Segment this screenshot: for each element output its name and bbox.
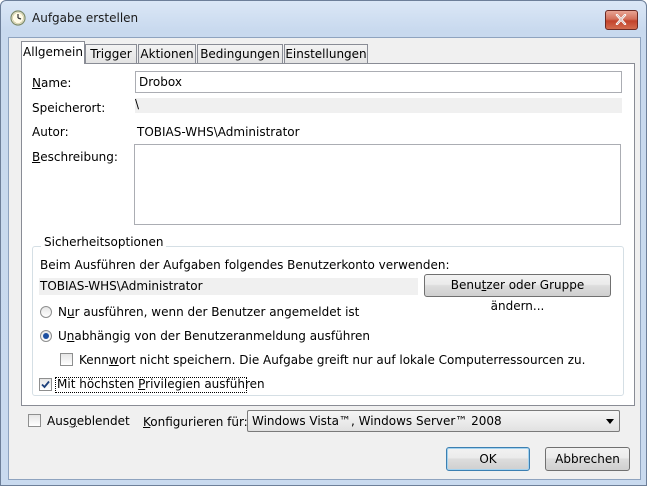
task-clock-icon: [10, 10, 26, 26]
close-button[interactable]: [605, 10, 638, 30]
chevron-down-icon: [606, 419, 614, 424]
run-independent-label: Unabhängig von der Benutzeranmeldung aus…: [58, 329, 371, 343]
ok-button[interactable]: OK: [446, 447, 530, 471]
author-value: TOBIAS-WHS\Administrator: [137, 125, 300, 139]
hidden-checkbox[interactable]: [28, 414, 41, 427]
name-input[interactable]: Drobox: [135, 71, 622, 93]
tab-aktionen[interactable]: Aktionen: [138, 44, 196, 63]
configure-label: Konfigurieren für:: [143, 415, 248, 429]
dialog-window: Aufgabe erstellen Allgemein Trigger Akti…: [0, 0, 647, 486]
tab-bedingungen[interactable]: Bedingungen: [197, 44, 283, 63]
location-value: \: [135, 97, 140, 111]
configure-dropdown[interactable]: Windows Vista™, Windows Server™ 2008: [247, 410, 620, 432]
tab-einstellungen[interactable]: Einstellungen: [284, 44, 368, 63]
cancel-button[interactable]: Abbrechen: [545, 447, 630, 471]
run-independent-radio[interactable]: [40, 330, 52, 342]
name-input-value: Drobox: [139, 75, 182, 89]
description-label: Beschreibung:: [32, 150, 118, 164]
configure-value: Windows Vista™, Windows Server™ 2008: [252, 414, 502, 428]
tab-panel-allgemein: Name: Drobox Speicherort: \ Autor: TOBIA…: [21, 63, 635, 406]
title-bar[interactable]: Aufgabe erstellen: [1, 1, 646, 37]
highest-privileges-label: Mit höchsten Privilegien ausführen: [57, 377, 265, 391]
security-options-title: Sicherheitsoptionen: [41, 235, 167, 249]
location-label: Speicherort:: [32, 101, 106, 115]
dialog-client-area: Allgemein Trigger Aktionen Bedingungen E…: [8, 37, 641, 480]
run-logged-on-radio[interactable]: [40, 306, 52, 318]
window-title: Aufgabe erstellen: [32, 11, 139, 25]
description-input[interactable]: [134, 144, 621, 225]
tab-trigger[interactable]: Trigger: [85, 44, 137, 63]
highest-privileges-checkbox[interactable]: [39, 378, 52, 391]
account-value: TOBIAS-WHS\Administrator: [40, 279, 203, 293]
author-label: Autor:: [32, 125, 69, 139]
account-field: TOBIAS-WHS\Administrator: [39, 278, 418, 295]
account-prompt: Beim Ausführen der Aufgaben folgendes Be…: [40, 258, 450, 272]
location-field: \: [135, 97, 622, 113]
checkmark-icon: [41, 380, 50, 389]
run-logged-on-label: Nur ausführen, wenn der Benutzer angemel…: [58, 305, 360, 319]
hidden-label: Ausgeblendet: [47, 414, 130, 428]
tab-allgemein[interactable]: Allgemein: [21, 41, 85, 64]
close-icon: [615, 14, 627, 25]
name-label: Name:: [32, 76, 72, 90]
no-password-checkbox[interactable]: [60, 353, 73, 366]
no-password-label: Kennwort nicht speichern. Die Aufgabe gr…: [79, 353, 586, 367]
change-user-button[interactable]: Benutzer oder Gruppe ändern...: [424, 274, 611, 313]
